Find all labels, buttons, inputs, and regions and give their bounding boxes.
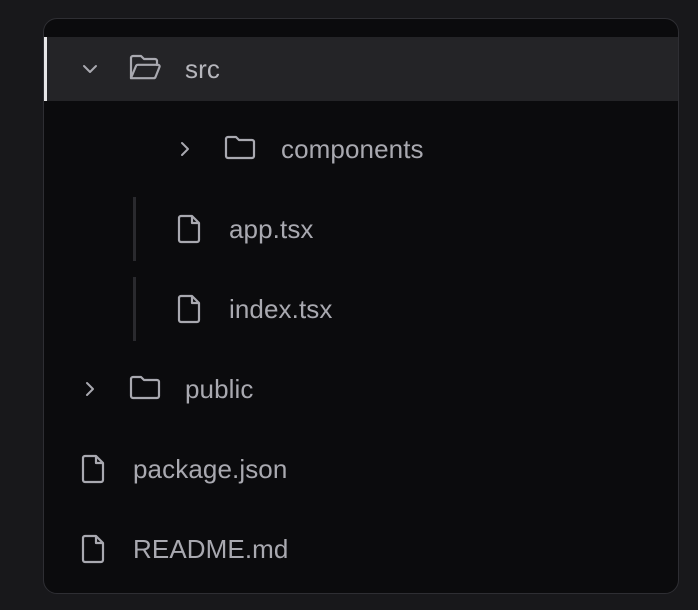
file-explorer-tree: src components app.tsx index.tsx public …	[43, 18, 679, 594]
tree-item-components[interactable]: components	[44, 117, 678, 181]
tree-item-label: components	[281, 134, 424, 164]
chevron-down-icon[interactable]	[80, 59, 100, 79]
folder-icon	[224, 134, 256, 162]
tree-item-label: src	[185, 54, 220, 84]
tree-item-package-json[interactable]: package.json	[44, 437, 678, 501]
indent-guide	[133, 197, 136, 261]
folder-icon	[129, 374, 161, 402]
tree-item-readme-md[interactable]: README.md	[44, 517, 678, 581]
file-icon	[81, 454, 107, 484]
file-icon	[81, 534, 107, 564]
chevron-right-icon[interactable]	[80, 379, 100, 399]
tree-item-label: README.md	[133, 534, 289, 564]
tree-item-label: index.tsx	[229, 294, 333, 324]
folder-open-icon	[129, 53, 161, 83]
tree-item-index-tsx[interactable]: index.tsx	[44, 277, 678, 341]
tree-item-public[interactable]: public	[44, 357, 678, 421]
tree-item-app-tsx[interactable]: app.tsx	[44, 197, 678, 261]
file-icon	[177, 294, 203, 324]
tree-item-label: public	[185, 374, 254, 404]
tree-item-label: app.tsx	[229, 214, 314, 244]
tree-item-label: package.json	[133, 454, 288, 484]
tree-item-src[interactable]: src	[44, 37, 678, 101]
chevron-right-icon[interactable]	[175, 139, 195, 159]
indent-guide	[133, 277, 136, 341]
file-icon	[177, 214, 203, 244]
